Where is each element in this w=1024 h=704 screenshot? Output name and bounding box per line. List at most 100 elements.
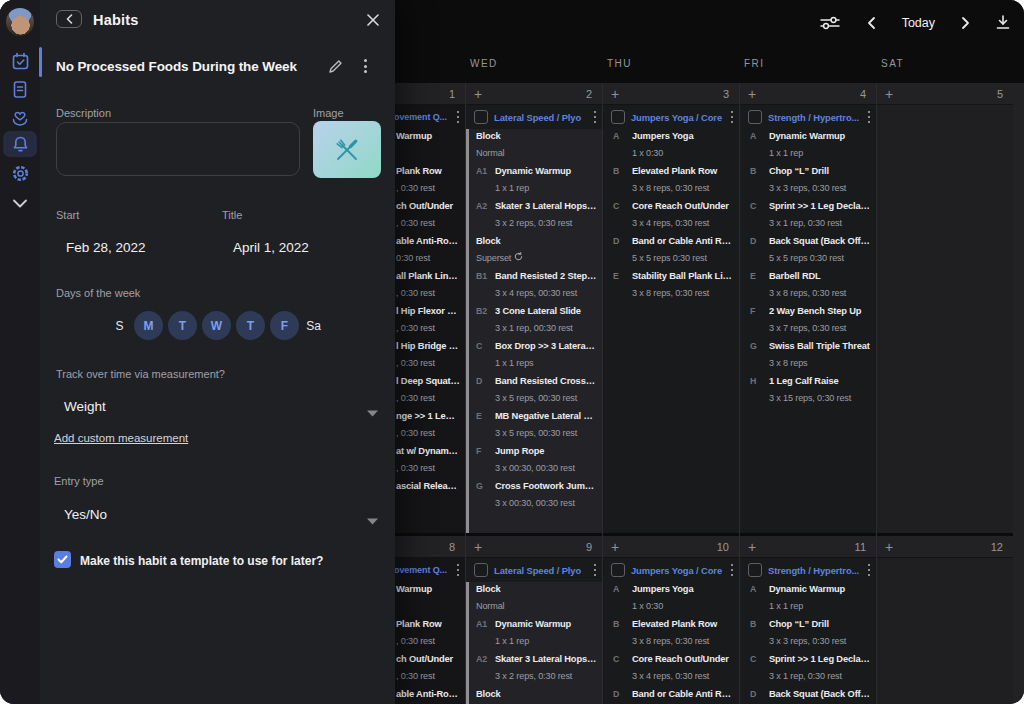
add-workout-button[interactable]: +: [748, 540, 756, 554]
workout-checkbox[interactable]: [611, 110, 625, 124]
add-workout-button[interactable]: +: [748, 87, 756, 101]
block-row[interactable]: BlockSuperset: [469, 235, 599, 264]
workout-card[interactable]: BlockNormal A1Dynamic Warmup1 x 1 rep A2Sk…: [466, 129, 602, 533]
block-row[interactable]: BlockNormal: [469, 130, 599, 159]
entry-type-select-value[interactable]: Yes/No: [64, 507, 107, 522]
workout-menu-icon[interactable]: [592, 109, 599, 126]
workout-menu-icon[interactable]: [729, 562, 736, 579]
exercise-row[interactable]: DBand Resisted Crossover...3 x 5 reps, 0…: [469, 375, 599, 404]
exercise-row[interactable]: A2Skater 3 Lateral Hops >> ...3 x 2 reps…: [469, 200, 599, 229]
exercise-row[interactable]: BElevated Plank Row3 x 8 reps, 0:30 rest: [603, 165, 736, 194]
exercise-row[interactable]: EBarbell RDL3 x 8 reps, 0:30 rest: [740, 270, 873, 299]
exercise-row[interactable]: DBack Squat (Back Off Set)5 x 5 reps 0:3…: [740, 688, 873, 704]
workout-title-row[interactable]: Jumpers Yoga / Core: [603, 558, 739, 582]
exercise-row[interactable]: CCore Reach Out/Under3 x 4 reps, 0:30 re…: [603, 653, 736, 682]
exercise-row[interactable]: CCore Reach Out/Under3 x 4 reps, 0:30 re…: [603, 200, 736, 229]
sidebar-chevron-down-icon[interactable]: [0, 190, 40, 216]
calendar-check-icon[interactable]: [0, 48, 40, 74]
document-icon[interactable]: [0, 76, 40, 102]
prev-week-chevron-icon[interactable]: [867, 16, 876, 30]
exercise-row[interactable]: BChop “L” Drill3 x 3 reps, 0:30 rest: [740, 165, 873, 194]
day-toggle-t[interactable]: T: [236, 311, 265, 340]
habit-menu-icon[interactable]: [362, 57, 369, 75]
add-workout-button[interactable]: +: [474, 87, 482, 101]
scrollbar-track[interactable]: [1013, 83, 1024, 704]
exercise-row[interactable]: EStability Ball Plank Linear ...3 x 8 re…: [603, 270, 736, 299]
next-week-chevron-icon[interactable]: [961, 16, 970, 30]
exercise-row[interactable]: AJumpers Yoga1 x 0:30: [603, 583, 736, 612]
day-toggle-t[interactable]: T: [168, 311, 197, 340]
workout-title-row[interactable]: Strength / Hypertro...: [740, 105, 876, 129]
exercise-row[interactable]: EMB Negative Lateral Hop...3 x 5 reps, 0…: [469, 410, 599, 439]
workout-card[interactable]: ADynamic Warmup1 x 1 repBChop “L” Drill3…: [740, 582, 876, 704]
workout-title-row[interactable]: Lateral Speed / Plyo: [466, 105, 602, 129]
workout-menu-icon[interactable]: [592, 562, 599, 579]
exercise-row[interactable]: GCross Footwork Jump Rope3 x 00:30, 00:3…: [469, 480, 599, 509]
exercise-row[interactable]: CSprint >> 1 Leg Declarations3 x 1 rep, …: [740, 200, 873, 229]
measurement-select-value[interactable]: Weight: [64, 399, 106, 414]
workout-menu-icon[interactable]: [455, 562, 462, 579]
workout-card[interactable]: ADynamic Warmup1 x 1 rep BChop “L” Drill3…: [740, 129, 876, 533]
workout-title-row[interactable]: Strength / Hypertro...: [740, 558, 876, 582]
workout-menu-icon[interactable]: [866, 562, 873, 579]
day-toggle-m[interactable]: M: [134, 311, 163, 340]
exercise-row[interactable]: F2 Way Bench Step Up3 x 7 reps, 0:30 res…: [740, 305, 873, 334]
day-toggle-f[interactable]: F: [270, 311, 299, 340]
exercise-row[interactable]: DBack Squat (Back Off Set)5 x 5 reps 0:3…: [740, 235, 873, 264]
add-workout-button[interactable]: +: [474, 540, 482, 554]
day-toggle-w[interactable]: W: [202, 311, 231, 340]
bell-icon[interactable]: [3, 131, 37, 157]
back-button[interactable]: [56, 10, 82, 28]
exercise-row[interactable]: CBox Drop >> 3 Lateral H...1 x 1 reps: [469, 340, 599, 369]
workout-title-row[interactable]: Jumpers Yoga / Core: [603, 105, 739, 129]
start-date-value[interactable]: Feb 28, 2022: [66, 240, 146, 255]
add-custom-measurement-link[interactable]: Add custom measurement: [54, 432, 188, 444]
exercise-row[interactable]: B23 Cone Lateral Slide3 x 1 rep, 00:30 r…: [469, 305, 599, 334]
exercise-row[interactable]: A1Dynamic Warmup1 x 1 rep: [469, 165, 599, 194]
entry-type-chevron-icon[interactable]: [367, 511, 378, 529]
add-workout-button[interactable]: +: [611, 540, 619, 554]
block-row[interactable]: BlockSuperset: [469, 688, 599, 704]
day-toggle-s[interactable]: S: [110, 319, 129, 333]
exercise-row[interactable]: ADynamic Warmup1 x 1 rep: [740, 130, 873, 159]
exercise-row[interactable]: CSprint >> 1 Leg Declarations3 x 1 rep, …: [740, 653, 873, 682]
workout-checkbox[interactable]: [474, 563, 488, 577]
exercise-row[interactable]: ADynamic Warmup1 x 1 rep: [740, 583, 873, 612]
workout-title-row[interactable]: Lateral Speed / Plyo: [466, 558, 602, 582]
workout-checkbox[interactable]: [748, 110, 762, 124]
end-date-value[interactable]: April 1, 2022: [233, 240, 309, 255]
exercise-row[interactable]: FJump Rope3 x 00:30, 00:30 rest: [469, 445, 599, 474]
workout-card[interactable]: AJumpers Yoga1 x 0:30 BElevated Plank Row…: [603, 129, 739, 533]
add-workout-button[interactable]: +: [885, 87, 893, 101]
workout-checkbox[interactable]: [611, 563, 625, 577]
exercise-row[interactable]: A2Skater 3 Lateral Hops >> ...3 x 2 reps…: [469, 653, 599, 682]
today-button[interactable]: Today: [902, 16, 935, 30]
filter-sliders-icon[interactable]: [819, 16, 841, 30]
exercise-row[interactable]: BElevated Plank Row3 x 8 reps, 0:30 rest: [603, 618, 736, 647]
workout-menu-icon[interactable]: [455, 109, 462, 126]
heart-hands-icon[interactable]: [0, 104, 40, 130]
gear-icon[interactable]: [0, 160, 40, 186]
workout-menu-icon[interactable]: [866, 109, 873, 126]
template-checkbox[interactable]: [54, 551, 71, 568]
exercise-row[interactable]: H1 Leg Calf Raise3 x 15 reps, 0:30 rest: [740, 375, 873, 404]
close-icon[interactable]: [365, 12, 381, 28]
edit-pencil-icon[interactable]: [328, 59, 343, 78]
measurement-chevron-icon[interactable]: [367, 403, 378, 421]
block-row[interactable]: BlockNormal: [469, 583, 599, 612]
exercise-row[interactable]: DBand or Cable Anti Rotati...5 x 5 reps …: [603, 235, 736, 264]
workout-card[interactable]: AJumpers Yoga1 x 0:30 BElevated Plank Row…: [603, 582, 739, 704]
exercise-row[interactable]: AJumpers Yoga1 x 0:30: [603, 130, 736, 159]
habit-image[interactable]: [313, 121, 381, 178]
workout-card[interactable]: BlockNormalA1Dynamic Warmup1 x 1 repA2Sk…: [466, 582, 602, 704]
description-input[interactable]: [56, 122, 300, 176]
download-icon[interactable]: [996, 15, 1010, 30]
exercise-row[interactable]: B1Band Resisted 2 Step Late...3 x 4 reps…: [469, 270, 599, 299]
workout-menu-icon[interactable]: [729, 109, 736, 126]
exercise-row[interactable]: GSwiss Ball Triple Threat3 x 8 reps: [740, 340, 873, 369]
add-workout-button[interactable]: +: [885, 540, 893, 554]
workout-checkbox[interactable]: [748, 563, 762, 577]
day-toggle-sa[interactable]: Sa: [304, 319, 323, 333]
avatar[interactable]: [6, 8, 34, 36]
exercise-row[interactable]: DBand or Cable Anti Rotati...5 x 5 reps …: [603, 688, 736, 704]
